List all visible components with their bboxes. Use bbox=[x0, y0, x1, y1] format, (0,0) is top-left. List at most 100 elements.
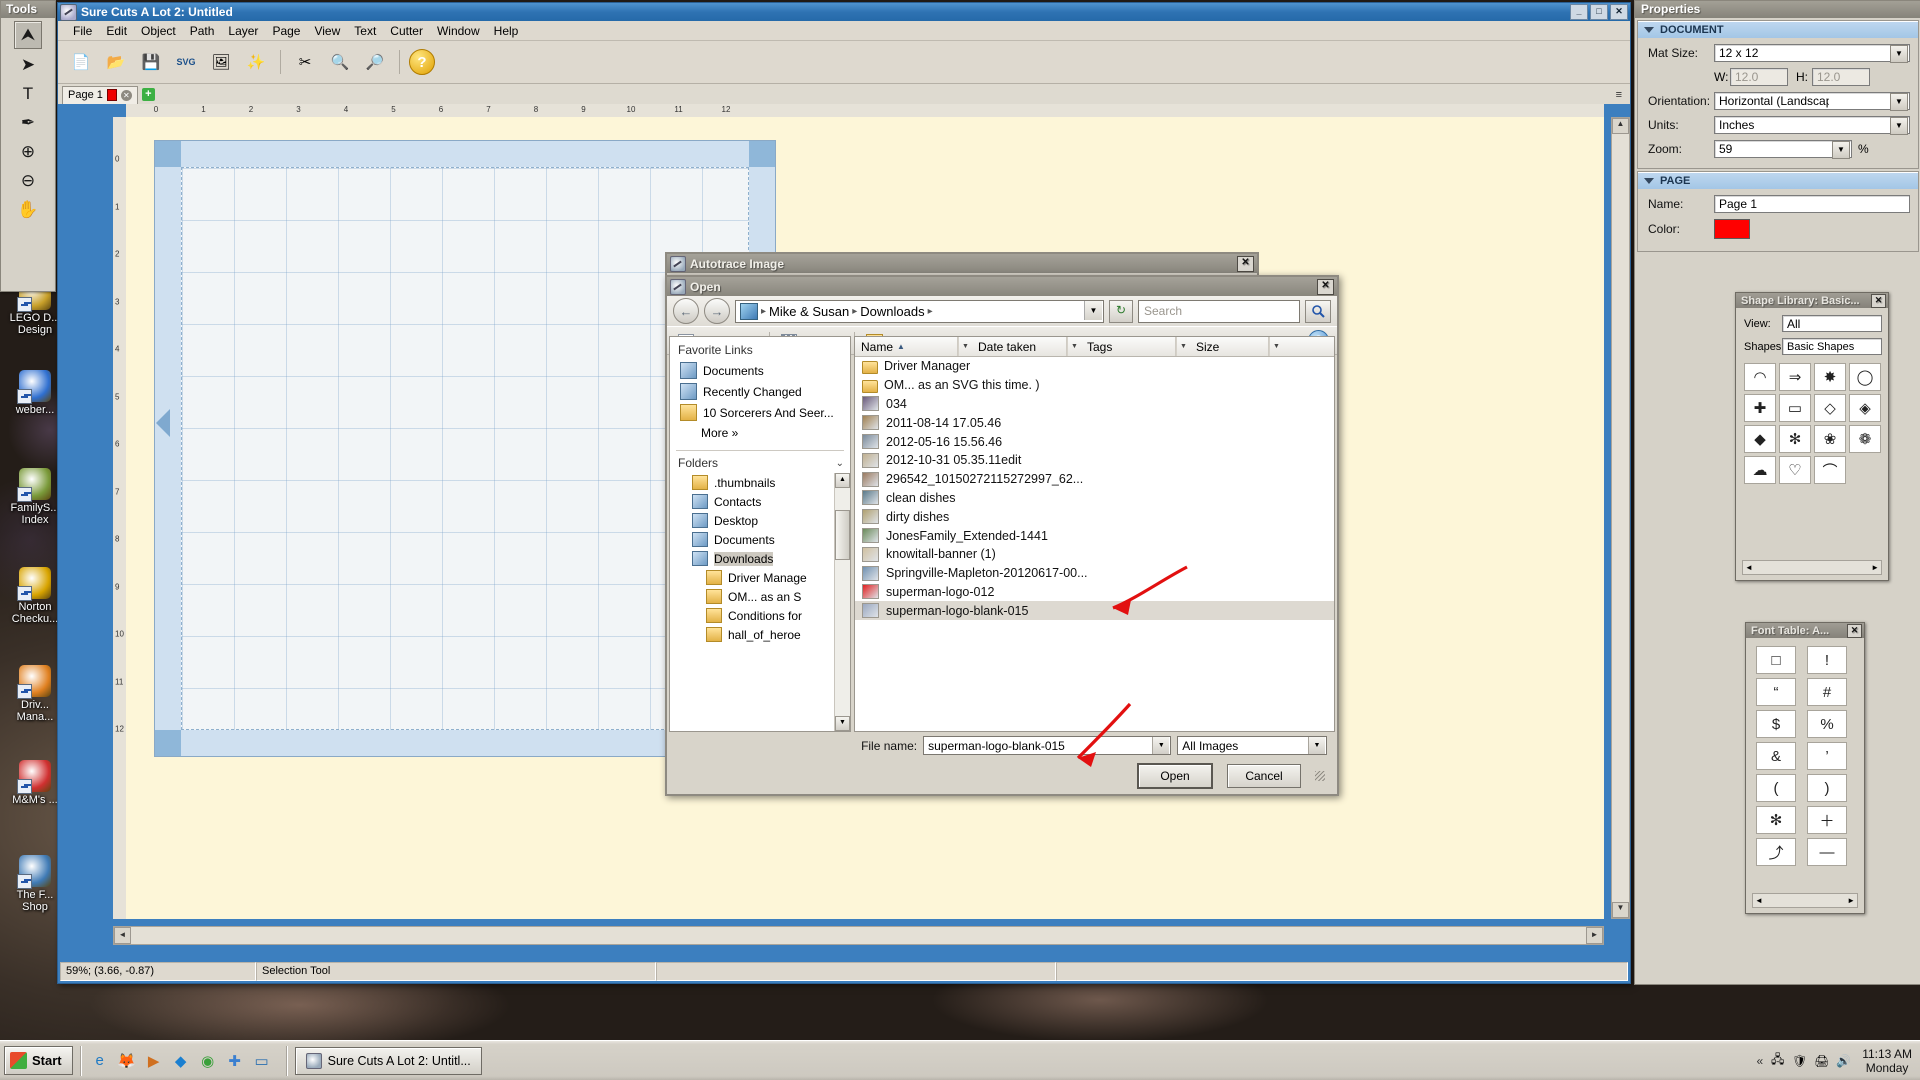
menu-text[interactable]: Text bbox=[347, 23, 383, 39]
folder-tree-item[interactable]: Downloads bbox=[670, 549, 850, 568]
zoom-out-tool[interactable]: ⊖ bbox=[15, 168, 41, 194]
font-glyph-cell[interactable]: ＋ bbox=[1807, 806, 1847, 834]
add-page-button[interactable]: + bbox=[141, 88, 155, 101]
canvas-vertical-scrollbar[interactable]: ▲ ▼ bbox=[1611, 117, 1630, 919]
shape-view-select[interactable]: All bbox=[1782, 315, 1882, 332]
forward-button[interactable]: → bbox=[704, 298, 730, 324]
scroll-right-icon[interactable]: ► bbox=[1847, 896, 1855, 905]
save-document-icon[interactable]: 💾 bbox=[136, 47, 166, 77]
refresh-button[interactable]: ↻ bbox=[1109, 299, 1133, 323]
folder-tree-item[interactable]: Documents bbox=[670, 530, 850, 549]
import-image-icon[interactable]: 🖼 bbox=[206, 47, 236, 77]
zoom-in-tool[interactable]: ⊕ bbox=[15, 139, 41, 165]
shape-cell[interactable]: ▭ bbox=[1779, 394, 1811, 422]
menu-edit[interactable]: Edit bbox=[99, 23, 134, 39]
font-scrollbar[interactable]: ◄ ► bbox=[1752, 893, 1858, 908]
chrome-icon[interactable]: ◉ bbox=[197, 1050, 219, 1072]
minimize-button[interactable]: _ bbox=[1570, 4, 1588, 20]
shape-cell[interactable]: ✻ bbox=[1779, 425, 1811, 453]
file-row[interactable]: knowitall-banner (1) bbox=[855, 545, 1334, 564]
folder-tree-item[interactable]: Contacts bbox=[670, 492, 850, 511]
font-glyph-cell[interactable]: ) bbox=[1807, 774, 1847, 802]
shape-library-title[interactable]: Shape Library: Basic... ✕ bbox=[1736, 293, 1888, 308]
folder-tree-item[interactable]: Conditions for bbox=[670, 606, 850, 625]
autotrace-dialog-titlebar[interactable]: Autotrace Image ✕ bbox=[667, 254, 1257, 273]
page-name-input[interactable]: Page 1 bbox=[1714, 195, 1910, 213]
pen-tool[interactable]: ✒ bbox=[15, 110, 41, 136]
cut-tool-icon[interactable]: ✂ bbox=[290, 47, 320, 77]
menu-file[interactable]: File bbox=[66, 23, 99, 39]
search-icon[interactable] bbox=[1305, 299, 1331, 323]
shape-cell[interactable]: ✸ bbox=[1814, 363, 1846, 391]
shape-cell[interactable]: ◯ bbox=[1849, 363, 1881, 391]
column-filter-icon[interactable]: ▼ bbox=[1067, 337, 1081, 356]
font-table-title[interactable]: Font Table: A... ✕ bbox=[1746, 623, 1864, 638]
mat-size-select[interactable]: 12 x 12 ▼ bbox=[1714, 44, 1910, 63]
chevron-down-icon[interactable]: ▼ bbox=[1890, 117, 1908, 135]
page-color-swatch[interactable] bbox=[1714, 219, 1750, 239]
shapes-select[interactable]: Basic Shapes bbox=[1782, 338, 1882, 355]
chevron-down-icon[interactable]: ▼ bbox=[1152, 737, 1170, 754]
chevron-down-icon[interactable]: ▼ bbox=[1890, 93, 1908, 111]
autotrace-image-icon[interactable]: ✨ bbox=[241, 47, 271, 77]
chevron-down-icon[interactable]: ▼ bbox=[1084, 300, 1102, 320]
breadcrumb-downloads[interactable]: Downloads bbox=[860, 304, 924, 319]
font-glyph-cell[interactable]: # bbox=[1807, 678, 1847, 706]
column-header[interactable]: Date taken bbox=[972, 337, 1067, 356]
file-row[interactable]: Springville-Mapleton-20120617-00... bbox=[855, 564, 1334, 583]
folder-tree-scrollbar[interactable]: ▲ ▼ bbox=[834, 473, 850, 731]
selection-tool[interactable]: ⮝ bbox=[14, 21, 42, 49]
favorite-link-item[interactable]: Documents bbox=[670, 360, 850, 381]
file-row[interactable]: 2011-08-14 17.05.46 bbox=[855, 413, 1334, 432]
zoom-select[interactable]: 59 ▼ bbox=[1714, 140, 1852, 159]
chevron-down-icon[interactable]: ⌄ bbox=[836, 458, 844, 469]
scroll-down-icon[interactable]: ▼ bbox=[1612, 902, 1629, 918]
search-input[interactable]: Search bbox=[1138, 299, 1300, 323]
internet-explorer-icon[interactable]: e bbox=[89, 1050, 111, 1072]
column-filter-icon[interactable]: ▼ bbox=[1269, 337, 1283, 356]
file-row[interactable]: 2012-05-16 15.56.46 bbox=[855, 432, 1334, 451]
chevron-down-icon[interactable]: ▼ bbox=[1308, 737, 1326, 754]
scroll-up-icon[interactable]: ▲ bbox=[1612, 118, 1629, 134]
file-row[interactable]: 2012-10-31 05.35.11edit bbox=[855, 451, 1334, 470]
tab-strip-menu-icon[interactable]: ≡ bbox=[1616, 89, 1626, 101]
node-edit-tool[interactable]: ➤ bbox=[15, 52, 41, 78]
menu-object[interactable]: Object bbox=[134, 23, 183, 39]
taskbar-clock[interactable]: 11:13 AM Monday bbox=[1858, 1047, 1912, 1075]
tray-expand-icon[interactable]: « bbox=[1757, 1054, 1764, 1068]
file-row[interactable]: OM... as an SVG this time. ) bbox=[855, 376, 1334, 395]
shape-cell[interactable]: ◠ bbox=[1744, 363, 1776, 391]
scroll-right-icon[interactable]: ► bbox=[1586, 927, 1603, 944]
font-glyph-cell[interactable]: □ bbox=[1756, 646, 1796, 674]
help-icon[interactable]: ? bbox=[409, 49, 435, 75]
menu-view[interactable]: View bbox=[307, 23, 347, 39]
shape-cell[interactable]: ◈ bbox=[1849, 394, 1881, 422]
app-titlebar[interactable]: Sure Cuts A Lot 2: Untitled _ □ ✕ bbox=[58, 3, 1630, 21]
plus-icon[interactable]: ✚ bbox=[224, 1050, 246, 1072]
font-glyph-cell[interactable]: ! bbox=[1807, 646, 1847, 674]
font-glyph-cell[interactable]: ⤴ bbox=[1756, 838, 1796, 866]
column-header[interactable]: Size bbox=[1190, 337, 1269, 356]
file-row[interactable]: dirty dishes bbox=[855, 507, 1334, 526]
shape-cell[interactable]: ⇒ bbox=[1779, 363, 1811, 391]
folder-tree-item[interactable]: hall_of_heroe bbox=[670, 625, 850, 644]
close-icon[interactable]: ✕ bbox=[1871, 293, 1886, 308]
scroll-up-icon[interactable]: ▲ bbox=[835, 473, 850, 488]
scroll-down-icon[interactable]: ▼ bbox=[835, 716, 850, 731]
page-tab[interactable]: Page 1 ✕ bbox=[62, 85, 138, 104]
cancel-button[interactable]: Cancel bbox=[1227, 764, 1301, 788]
column-filter-icon[interactable]: ▼ bbox=[958, 337, 972, 356]
file-row[interactable]: superman-logo-012 bbox=[855, 583, 1334, 602]
shape-cell[interactable]: ☁ bbox=[1744, 456, 1776, 484]
firefox-icon[interactable]: 🦊 bbox=[116, 1050, 138, 1072]
show-desktop-icon[interactable]: ▭ bbox=[251, 1050, 273, 1072]
page-section-header[interactable]: PAGE bbox=[1638, 172, 1918, 189]
printer-icon[interactable]: 🖨 bbox=[1813, 1052, 1830, 1069]
resize-grip[interactable] bbox=[1315, 771, 1325, 781]
file-row[interactable]: Driver Manager bbox=[855, 357, 1334, 376]
scroll-left-icon[interactable]: ◄ bbox=[114, 927, 131, 944]
font-glyph-cell[interactable]: ’ bbox=[1807, 742, 1847, 770]
font-glyph-cell[interactable]: — bbox=[1807, 838, 1847, 866]
file-row[interactable]: 034 bbox=[855, 395, 1334, 414]
folder-tree-item[interactable]: OM... as an S bbox=[670, 587, 850, 606]
